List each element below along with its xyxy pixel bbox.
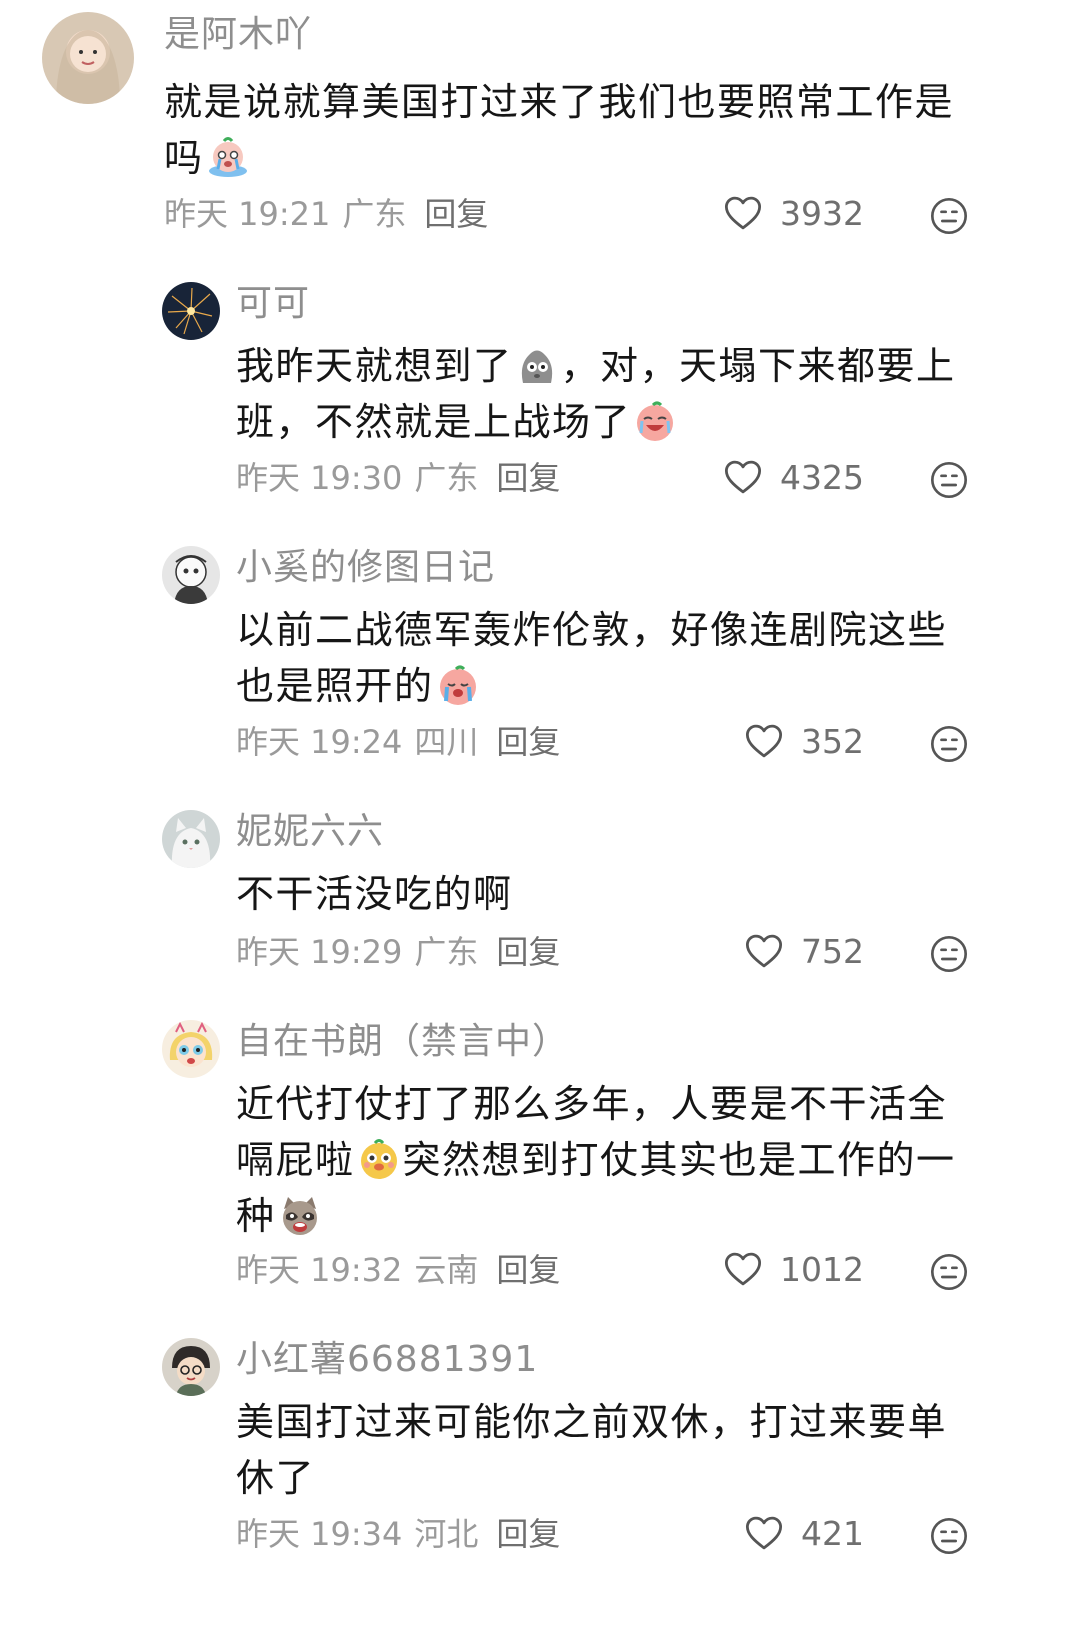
comment-time: 昨天 19:30 [236, 459, 403, 497]
heart-outline-icon [745, 724, 783, 758]
heart-outline-icon [724, 1252, 762, 1286]
like-count: 1012 [780, 1249, 864, 1289]
comment-location: 广东 [342, 195, 407, 233]
like-button[interactable]: 3932 [722, 192, 864, 234]
username[interactable]: 自在书朗（禁言中） [236, 1020, 569, 1064]
like-count: 421 [801, 1513, 864, 1553]
like-button[interactable]: 1012 [722, 1248, 864, 1290]
comment-time: 昨天 19:29 [236, 933, 403, 971]
neutral-face-icon [931, 1518, 967, 1554]
heart-outline-icon [745, 1516, 783, 1550]
heart-outline-icon [724, 196, 762, 230]
comment-meta: 昨天 19:29 广东 回复 [236, 932, 560, 972]
reply-button[interactable]: 回复 [496, 1515, 560, 1553]
like-count: 752 [801, 931, 864, 971]
dislike-button[interactable] [929, 724, 969, 764]
neutral-face-icon [931, 936, 967, 972]
comment-text: 美国打过来可能你之前双休，打过来要单休了 [236, 1394, 976, 1506]
username[interactable]: 小红薯66881391 [236, 1338, 538, 1382]
comment-text-part: 我昨天就想到了 [236, 344, 513, 388]
comment-time: 昨天 19:21 [164, 195, 331, 233]
dislike-button[interactable] [929, 1252, 969, 1292]
user-avatar[interactable] [162, 1338, 220, 1396]
like-button[interactable]: 4325 [722, 456, 864, 498]
heart-outline-icon [745, 934, 783, 968]
comment-text: 不干活没吃的啊 [236, 866, 976, 922]
user-avatar[interactable] [42, 12, 134, 104]
like-button[interactable]: 421 [743, 1512, 864, 1554]
comment-text: 近代打仗打了那么多年，人要是不干活全嗝屁啦 突然想到打仗其实也是工作的一种 [236, 1076, 978, 1244]
comment-meta: 昨天 19:34 河北 回复 [236, 1514, 560, 1554]
grey-blob-emoji-icon [515, 343, 559, 387]
comment-meta: 昨天 19:21 广东 回复 [164, 194, 488, 234]
raccoon-emoji-icon [278, 1193, 322, 1237]
comment-meta: 昨天 19:30 广东 回复 [236, 458, 560, 498]
comment-text: 以前二战德军轰炸伦敦，好像连剧院这些也是照开的 [236, 602, 976, 714]
comment-text-part: 美国打过来可能你之前双休，打过来要单休了 [236, 1400, 948, 1500]
comment-time: 昨天 19:34 [236, 1515, 403, 1553]
comment-time: 昨天 19:24 [236, 723, 403, 761]
neutral-face-icon [931, 1254, 967, 1290]
comment-meta: 昨天 19:24 四川 回复 [236, 722, 560, 762]
comment-time: 昨天 19:32 [236, 1251, 403, 1289]
neutral-face-icon [931, 198, 967, 234]
comment-text-part: 就是说就算美国打过来了我们也要照常工作是吗 [164, 80, 955, 180]
dislike-button[interactable] [929, 196, 969, 236]
comment-text: 就是说就算美国打过来了我们也要照常工作是吗 [164, 74, 984, 186]
reply-button[interactable]: 回复 [496, 1251, 560, 1289]
reply-button[interactable]: 回复 [424, 195, 488, 233]
yellow-chick-emoji-icon [357, 1137, 401, 1181]
dislike-button[interactable] [929, 934, 969, 974]
like-count: 3932 [780, 193, 864, 233]
heart-outline-icon [724, 460, 762, 494]
user-avatar[interactable] [162, 810, 220, 868]
user-avatar[interactable] [162, 1020, 220, 1078]
user-avatar[interactable] [162, 282, 220, 340]
dislike-button[interactable] [929, 460, 969, 500]
comment-text-part: 不干活没吃的啊 [236, 872, 513, 916]
comment-location: 四川 [414, 723, 479, 761]
comment-location: 河北 [414, 1515, 479, 1553]
comment-location: 云南 [414, 1251, 479, 1289]
comment-location: 广东 [414, 459, 479, 497]
dislike-button[interactable] [929, 1516, 969, 1556]
like-button[interactable]: 752 [743, 930, 864, 972]
username[interactable]: 妮妮六六 [236, 810, 384, 854]
crying-peach-emoji-icon [633, 399, 677, 443]
neutral-face-icon [931, 726, 967, 762]
neutral-face-icon [931, 462, 967, 498]
reply-button[interactable]: 回复 [496, 459, 560, 497]
username[interactable]: 是阿木吖 [164, 13, 312, 57]
comment-text-part: 以前二战德军轰炸伦敦，好像连剧院这些也是照开的 [236, 608, 948, 708]
username[interactable]: 小奚的修图日记 [236, 546, 495, 590]
comment-text: 我昨天就想到了 ，对，天塌下来都要上班，不然就是上战场了 [236, 338, 976, 450]
like-count: 4325 [780, 457, 864, 497]
comment-meta: 昨天 19:32 云南 回复 [236, 1250, 560, 1290]
like-button[interactable]: 352 [743, 720, 864, 762]
crying-peach-emoji-icon [436, 663, 480, 707]
reply-button[interactable]: 回复 [496, 723, 560, 761]
comment-location: 广东 [414, 933, 479, 971]
like-count: 352 [801, 721, 864, 761]
user-avatar[interactable] [162, 546, 220, 604]
reply-button[interactable]: 回复 [496, 933, 560, 971]
username[interactable]: 可可 [236, 282, 310, 326]
crying-emoji-icon [206, 135, 250, 179]
